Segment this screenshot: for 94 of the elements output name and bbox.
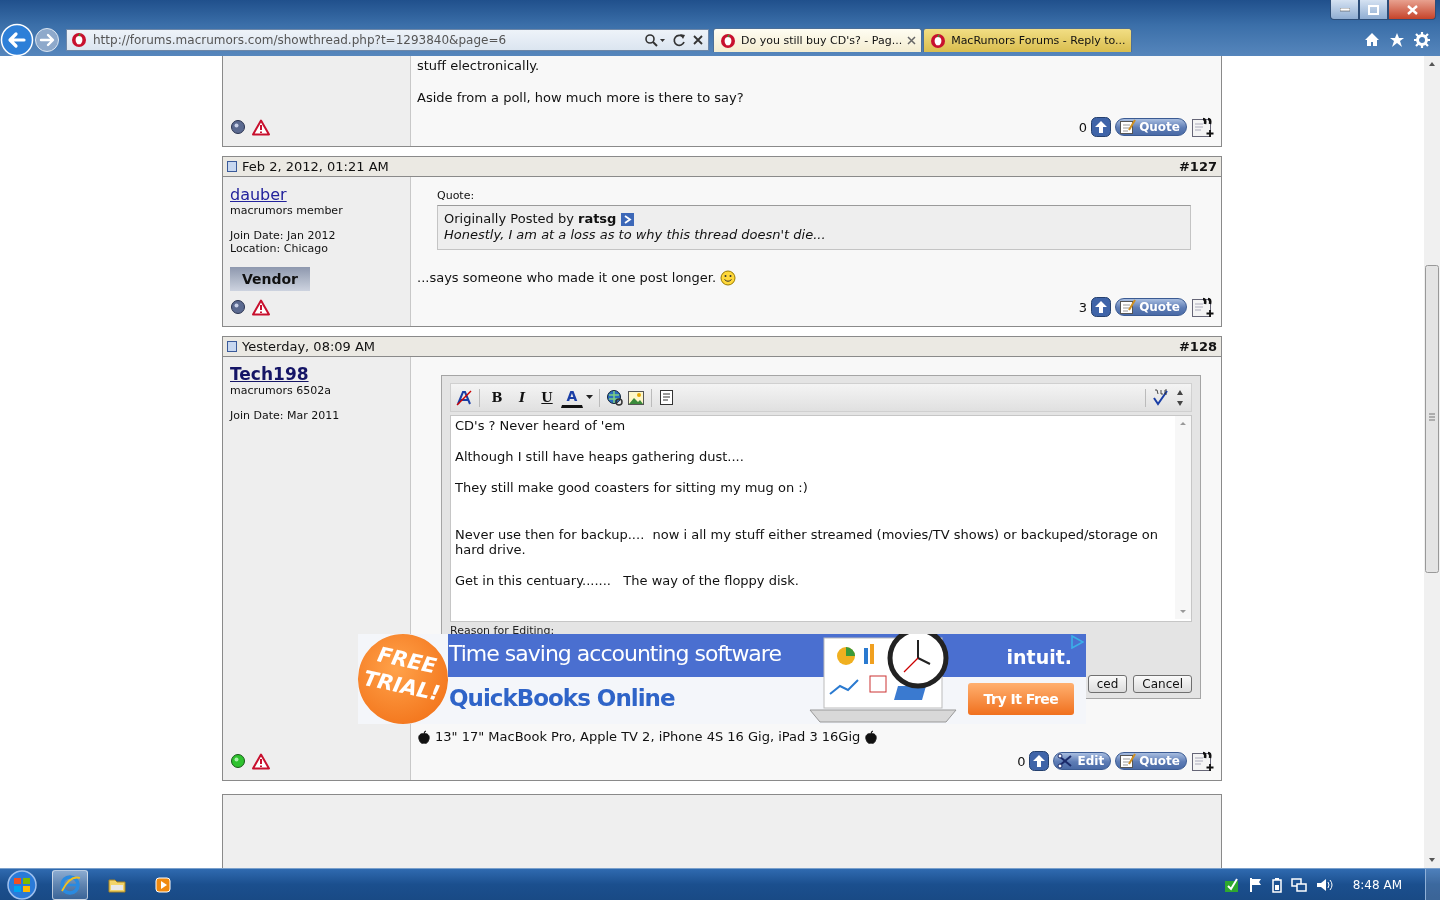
maximize-button[interactable] bbox=[1359, 0, 1388, 20]
tab-title: MacRumors Forums - Reply to... bbox=[951, 34, 1126, 47]
star-icon[interactable] bbox=[1389, 32, 1405, 48]
view-post-icon[interactable] bbox=[621, 212, 635, 226]
close-icon[interactable] bbox=[692, 34, 704, 46]
username-link[interactable]: Tech198 bbox=[230, 366, 309, 383]
form-button[interactable]: Cancel bbox=[1133, 675, 1192, 693]
quote-button[interactable]: Quote bbox=[1115, 752, 1187, 770]
edit-button[interactable]: Edit bbox=[1053, 752, 1112, 770]
user-badge: Vendor bbox=[230, 267, 310, 291]
image-icon[interactable] bbox=[627, 388, 645, 407]
browser-taskbar-button[interactable] bbox=[52, 869, 88, 900]
tab-title: Do you still buy CD's? - Pag... bbox=[741, 34, 903, 47]
note-pencil-icon bbox=[1119, 299, 1137, 315]
minimize-icon bbox=[1339, 7, 1350, 12]
maximize-icon bbox=[1368, 4, 1379, 15]
post-date: Feb 2, 2012, 01:21 AM bbox=[242, 159, 389, 174]
minimize-button[interactable] bbox=[1330, 0, 1359, 20]
network-icon[interactable] bbox=[1290, 876, 1307, 893]
post-text: stuff electronically. bbox=[417, 58, 540, 74]
multi-quote-icon[interactable] bbox=[1191, 750, 1215, 772]
vote-up-icon[interactable] bbox=[1091, 297, 1112, 317]
multi-quote-icon[interactable] bbox=[1191, 116, 1215, 138]
brand-name: intuit. bbox=[1006, 646, 1072, 668]
user-title: macrumors 6502a bbox=[230, 384, 332, 398]
quote-byline: Originally Posted by ratsg bbox=[444, 211, 617, 227]
globe-link-icon[interactable] bbox=[606, 388, 624, 407]
site-icon bbox=[71, 32, 87, 48]
post-text: Aside from a poll, how much more is there to say? bbox=[417, 90, 744, 106]
search-icon[interactable] bbox=[644, 33, 666, 47]
refresh-icon[interactable] bbox=[672, 33, 686, 47]
reputation-count: 0 bbox=[1017, 753, 1026, 769]
vertical-scrollbar[interactable] bbox=[1424, 56, 1440, 868]
flag-icon[interactable] bbox=[1248, 876, 1263, 893]
show-desktop-button[interactable] bbox=[1425, 869, 1440, 900]
close-icon[interactable] bbox=[907, 36, 917, 45]
close-icon bbox=[1406, 4, 1418, 15]
quote-button[interactable]: Quote bbox=[1115, 298, 1187, 316]
post-icon bbox=[227, 341, 237, 352]
remove-format-icon[interactable] bbox=[455, 388, 473, 407]
browser-tab[interactable]: Do you still buy CD's? - Pag... bbox=[713, 28, 923, 52]
post-number[interactable]: #127 bbox=[1178, 159, 1217, 174]
reputation-count: 0 bbox=[1078, 119, 1088, 135]
play-icon bbox=[155, 876, 171, 893]
spellcheck-icon[interactable] bbox=[1152, 388, 1170, 407]
caret-icon[interactable] bbox=[586, 395, 593, 400]
quote-text: Honestly, I am at a loss as to why this thread doesn't die... bbox=[444, 227, 827, 243]
editor-scrollbar[interactable] bbox=[1175, 416, 1191, 619]
apple-icon bbox=[864, 729, 879, 744]
user-detail: Join Date: Jan 2012 bbox=[230, 229, 337, 242]
home-icon[interactable] bbox=[1364, 32, 1380, 48]
post-text: ...says someone who made it one post longer. bbox=[417, 270, 717, 286]
user-detail: Join Date: Mar 2011 bbox=[230, 409, 341, 422]
url-text: http://forums.macrumors.com/showthread.php?t=1293840&page=6 bbox=[93, 33, 508, 47]
site-icon bbox=[930, 32, 947, 49]
vote-up-icon[interactable] bbox=[1029, 751, 1050, 771]
settings-icon[interactable] bbox=[1414, 32, 1430, 48]
quote-icon[interactable] bbox=[658, 388, 676, 407]
quote-label: Quote: bbox=[437, 189, 476, 202]
post-icon bbox=[227, 161, 237, 172]
message-editor[interactable] bbox=[450, 415, 1192, 622]
folder-icon bbox=[108, 876, 126, 893]
note-pencil-icon bbox=[1119, 753, 1137, 769]
user-detail: Location: Chicago bbox=[230, 242, 329, 255]
username-link[interactable]: dauber bbox=[230, 186, 287, 203]
quote-button[interactable]: Quote bbox=[1115, 118, 1187, 136]
check-flag-icon[interactable] bbox=[1223, 876, 1240, 893]
back-button[interactable] bbox=[0, 23, 34, 57]
post-number[interactable]: #128 bbox=[1178, 339, 1217, 354]
clock-time: 8:48 AM bbox=[1352, 877, 1402, 892]
multi-quote-icon[interactable] bbox=[1191, 296, 1215, 318]
report-icon[interactable] bbox=[252, 752, 270, 770]
vote-up-icon[interactable] bbox=[1091, 117, 1112, 137]
report-icon[interactable] bbox=[252, 118, 270, 136]
italic-button[interactable]: I bbox=[511, 386, 533, 409]
note-pencil-icon bbox=[1119, 119, 1137, 135]
reputation-count: 3 bbox=[1078, 299, 1088, 315]
form-button[interactable]: ced bbox=[1087, 675, 1128, 693]
browser-icon bbox=[59, 873, 81, 896]
apple-icon bbox=[417, 729, 431, 744]
user-title: macrumors member bbox=[230, 204, 344, 218]
volume-icon[interactable] bbox=[1315, 876, 1334, 893]
address-bar[interactable]: http://forums.macrumors.com/showthread.php?t=1293840&page=6 bbox=[66, 29, 709, 51]
font-color-button[interactable]: A bbox=[561, 387, 583, 408]
underline-button[interactable]: U bbox=[536, 386, 558, 409]
post-date: Yesterday, 08:09 AM bbox=[242, 339, 376, 354]
bold-button[interactable]: B bbox=[486, 386, 508, 409]
site-icon bbox=[720, 32, 736, 49]
message-text: CD's ? Never heard of 'em Although I still have heaps gathering dust.... They still make good coasters for sitting my mug on :) Never use then for backup.... now i all my stuff either streamed (movies/TV shows) or backuped/storage on hard drive. Get in this centuary....... The way of the floppy disk. bbox=[454, 417, 1160, 590]
report-icon[interactable] bbox=[252, 298, 270, 316]
close-button[interactable] bbox=[1388, 0, 1436, 20]
forward-button[interactable] bbox=[34, 27, 60, 53]
battery-icon[interactable] bbox=[1271, 876, 1282, 893]
browser-tab[interactable]: MacRumors Forums - Reply to... bbox=[923, 28, 1132, 52]
